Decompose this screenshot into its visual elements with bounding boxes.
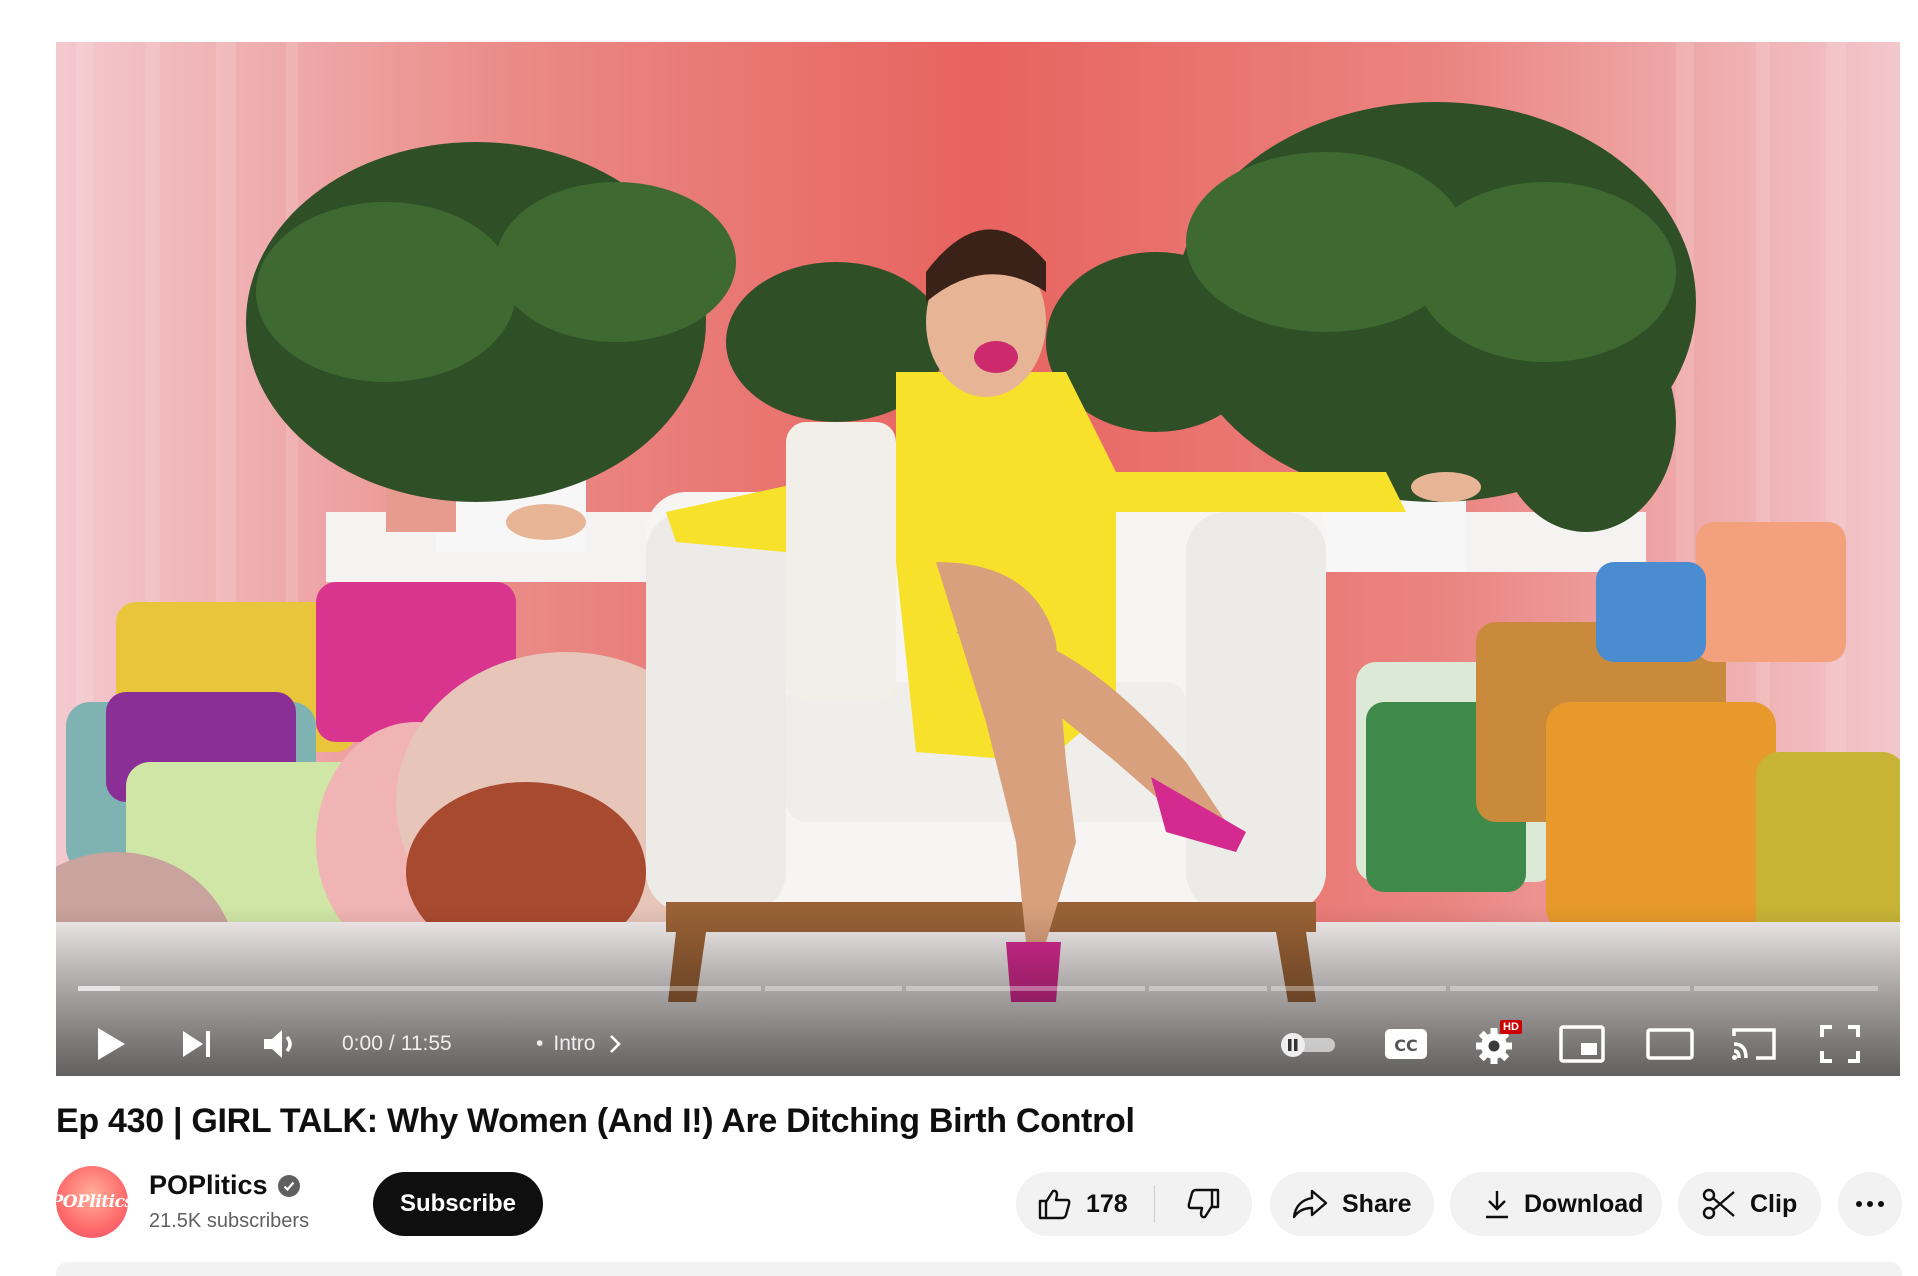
- hd-badge: HD: [1500, 1020, 1522, 1034]
- channel-name-link[interactable]: POPlitics: [149, 1170, 300, 1201]
- more-dots-icon: [1856, 1201, 1884, 1207]
- chapter-segments: [78, 986, 1878, 991]
- chapter-segment[interactable]: [906, 986, 1146, 991]
- thumbs-down-icon: [1186, 1188, 1220, 1220]
- autoplay-toggle-icon: [1281, 1033, 1335, 1057]
- miniplayer-button[interactable]: [1554, 1014, 1610, 1074]
- share-button[interactable]: Share: [1270, 1172, 1434, 1236]
- subscribe-button[interactable]: Subscribe: [373, 1172, 543, 1236]
- verified-check-icon: [277, 1174, 300, 1197]
- video-title: Ep 430 | GIRL TALK: Why Women (And I!) A…: [56, 1102, 1135, 1140]
- current-time: 0:00: [342, 1032, 383, 1055]
- chapter-bullet: •: [536, 1032, 544, 1055]
- mute-button[interactable]: [256, 1014, 306, 1074]
- miniplayer-icon: [1559, 1025, 1605, 1063]
- download-icon: [1484, 1189, 1510, 1219]
- cast-button[interactable]: [1724, 1014, 1784, 1074]
- progress-bar[interactable]: [78, 986, 1878, 991]
- theater-icon: [1646, 1028, 1694, 1060]
- video-player[interactable]: 0:00 / 11:55 • Intro CC HD: [56, 42, 1900, 1076]
- clip-button[interactable]: Clip: [1678, 1172, 1821, 1236]
- subscriber-count: 21.5K subscribers: [149, 1210, 310, 1232]
- captions-icon: CC: [1385, 1029, 1427, 1059]
- next-button[interactable]: [172, 1014, 222, 1074]
- chapter-segment[interactable]: [1271, 986, 1447, 991]
- captions-button[interactable]: CC: [1378, 1014, 1434, 1074]
- description-box-edge[interactable]: [56, 1262, 1902, 1276]
- time-display: 0:00 / 11:55: [342, 1028, 452, 1060]
- duration: 11:55: [400, 1032, 452, 1055]
- next-icon: [183, 1031, 210, 1057]
- share-label: Share: [1342, 1189, 1412, 1218]
- download-label: Download: [1524, 1189, 1644, 1218]
- cast-icon: [1732, 1028, 1776, 1060]
- play-icon: [98, 1028, 125, 1060]
- time-separator: /: [388, 1032, 395, 1055]
- dislike-button[interactable]: [1155, 1172, 1252, 1236]
- chapter-segment[interactable]: [1693, 986, 1878, 991]
- channel-avatar[interactable]: POPlitics: [56, 1166, 128, 1238]
- fullscreen-icon: [1820, 1025, 1860, 1063]
- channel-name: POPlitics: [149, 1170, 268, 1200]
- like-dislike-group: 178: [1016, 1172, 1252, 1236]
- chapter-segment[interactable]: [1149, 986, 1268, 991]
- play-button[interactable]: [86, 1014, 136, 1074]
- clip-label: Clip: [1750, 1189, 1798, 1218]
- settings-button[interactable]: HD: [1468, 1014, 1524, 1074]
- player-controls: 0:00 / 11:55 • Intro CC HD: [56, 1014, 1900, 1074]
- chapter-title-button[interactable]: • Intro: [536, 1028, 622, 1060]
- download-button[interactable]: Download: [1450, 1172, 1662, 1236]
- like-count: 178: [1086, 1189, 1128, 1218]
- progress-played: [78, 986, 120, 991]
- chapter-segment[interactable]: [764, 986, 903, 991]
- volume-icon: [264, 1030, 292, 1058]
- more-actions-button[interactable]: [1838, 1172, 1902, 1236]
- theater-mode-button[interactable]: [1638, 1014, 1702, 1074]
- scissors-icon: [1702, 1188, 1736, 1220]
- chapter-title: Intro: [553, 1032, 596, 1055]
- avatar-logo-text: POPlitics: [56, 1192, 128, 1212]
- chapter-segment[interactable]: [1450, 986, 1690, 991]
- like-button[interactable]: 178: [1016, 1172, 1154, 1236]
- chevron-right-icon: [610, 1035, 622, 1053]
- chapter-segment[interactable]: [78, 986, 761, 991]
- thumbs-up-icon: [1038, 1188, 1072, 1220]
- fullscreen-button[interactable]: [1810, 1014, 1870, 1074]
- autoplay-toggle[interactable]: [1276, 1014, 1340, 1074]
- svg-text:CC: CC: [1394, 1036, 1417, 1055]
- share-arrow-icon: [1292, 1189, 1328, 1219]
